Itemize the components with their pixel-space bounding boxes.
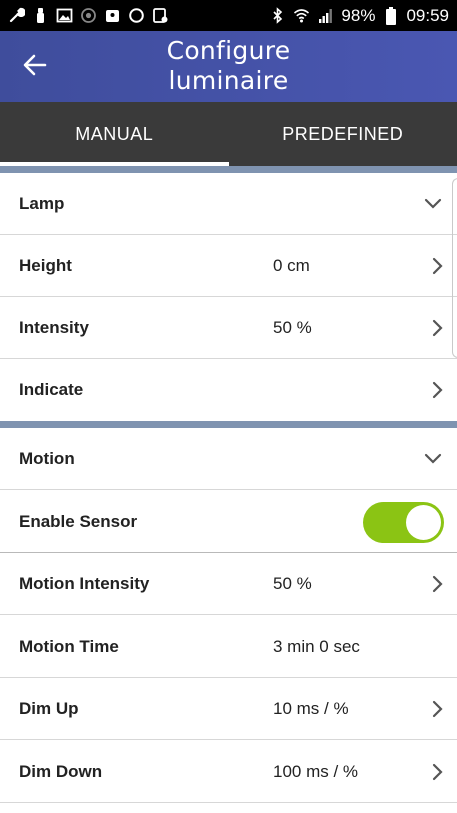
row-label: Motion Time bbox=[19, 637, 119, 656]
circle-icon bbox=[128, 7, 145, 24]
row-label: Indicate bbox=[19, 380, 84, 399]
row-height[interactable]: Height 0 cm bbox=[0, 235, 457, 297]
bag-icon bbox=[104, 7, 121, 24]
notification-icon bbox=[152, 7, 169, 24]
row-enable-sensor: Enable Sensor bbox=[0, 491, 457, 553]
battery-icon bbox=[382, 6, 399, 25]
row-value: 100 ms / % bbox=[273, 762, 359, 781]
page-title-line1: Configure bbox=[166, 36, 291, 65]
row-dim-down[interactable]: Dim Down 100 ms / % bbox=[0, 741, 457, 803]
section-header-lamp[interactable]: Lamp bbox=[0, 173, 457, 235]
section-title-lamp: Lamp bbox=[19, 194, 65, 213]
back-button[interactable] bbox=[16, 49, 54, 85]
bluetooth-icon bbox=[269, 7, 286, 24]
row-label: Dim Down bbox=[19, 762, 103, 781]
tab-predefined[interactable]: PREDEFINED bbox=[229, 102, 457, 166]
row-value: 10 ms / % bbox=[273, 699, 349, 718]
row-value: 3 min 0 sec bbox=[273, 637, 360, 656]
row-value: 50 % bbox=[273, 318, 312, 337]
status-time: 09:59 bbox=[406, 5, 449, 25]
chevron-down-icon bbox=[423, 195, 443, 211]
row-motion-intensity[interactable]: Motion Intensity 50 % bbox=[0, 553, 457, 615]
row-label: Enable Sensor bbox=[19, 512, 138, 531]
tab-manual[interactable]: MANUAL bbox=[0, 102, 229, 166]
row-dim-up[interactable]: Dim Up 10 ms / % bbox=[0, 678, 457, 740]
row-label: Intensity bbox=[19, 318, 89, 337]
wifi-icon bbox=[293, 7, 310, 24]
status-right-icons: 98% 09:59 bbox=[269, 6, 449, 26]
screen: 98% 09:59 Configure luminaire MANUAL PRE… bbox=[0, 0, 457, 813]
row-label: Motion Intensity bbox=[19, 574, 150, 593]
chevron-right-icon bbox=[429, 380, 445, 400]
section-header-motion[interactable]: Motion bbox=[0, 428, 457, 490]
signal-icon bbox=[317, 7, 334, 24]
image-icon bbox=[56, 7, 73, 24]
chevron-right-icon bbox=[429, 699, 445, 719]
tab-bar: MANUAL PREDEFINED bbox=[0, 102, 457, 166]
target-icon bbox=[80, 7, 97, 24]
status-left-icons bbox=[8, 7, 169, 24]
battery-percent: 98% bbox=[341, 5, 376, 25]
wrench-icon bbox=[8, 7, 25, 24]
section-title-motion: Motion bbox=[19, 449, 75, 468]
row-indicate[interactable]: Indicate bbox=[0, 359, 457, 421]
toggle-knob bbox=[406, 505, 441, 540]
section-divider bbox=[0, 166, 457, 173]
page-title: Configure luminaire bbox=[100, 36, 357, 96]
app-bar: Configure luminaire bbox=[0, 31, 457, 102]
chevron-right-icon bbox=[429, 574, 445, 594]
row-label: Height bbox=[19, 256, 72, 275]
enable-sensor-toggle[interactable] bbox=[363, 502, 444, 543]
row-motion-time[interactable]: Motion Time 3 min 0 sec bbox=[0, 616, 457, 678]
page-title-line2: luminaire bbox=[168, 66, 289, 95]
chevron-right-icon bbox=[429, 256, 445, 276]
row-label: Dim Up bbox=[19, 699, 79, 718]
chevron-down-icon bbox=[423, 450, 443, 466]
section-divider bbox=[0, 421, 457, 428]
row-value: 0 cm bbox=[273, 256, 310, 275]
chevron-right-icon bbox=[429, 318, 445, 338]
scroll-indicator bbox=[452, 178, 457, 358]
arrow-left-icon bbox=[23, 54, 47, 81]
row-value: 50 % bbox=[273, 574, 312, 593]
row-intensity[interactable]: Intensity 50 % bbox=[0, 297, 457, 359]
chevron-right-icon bbox=[429, 762, 445, 782]
stick-icon bbox=[32, 7, 49, 24]
status-bar: 98% 09:59 bbox=[0, 0, 457, 31]
